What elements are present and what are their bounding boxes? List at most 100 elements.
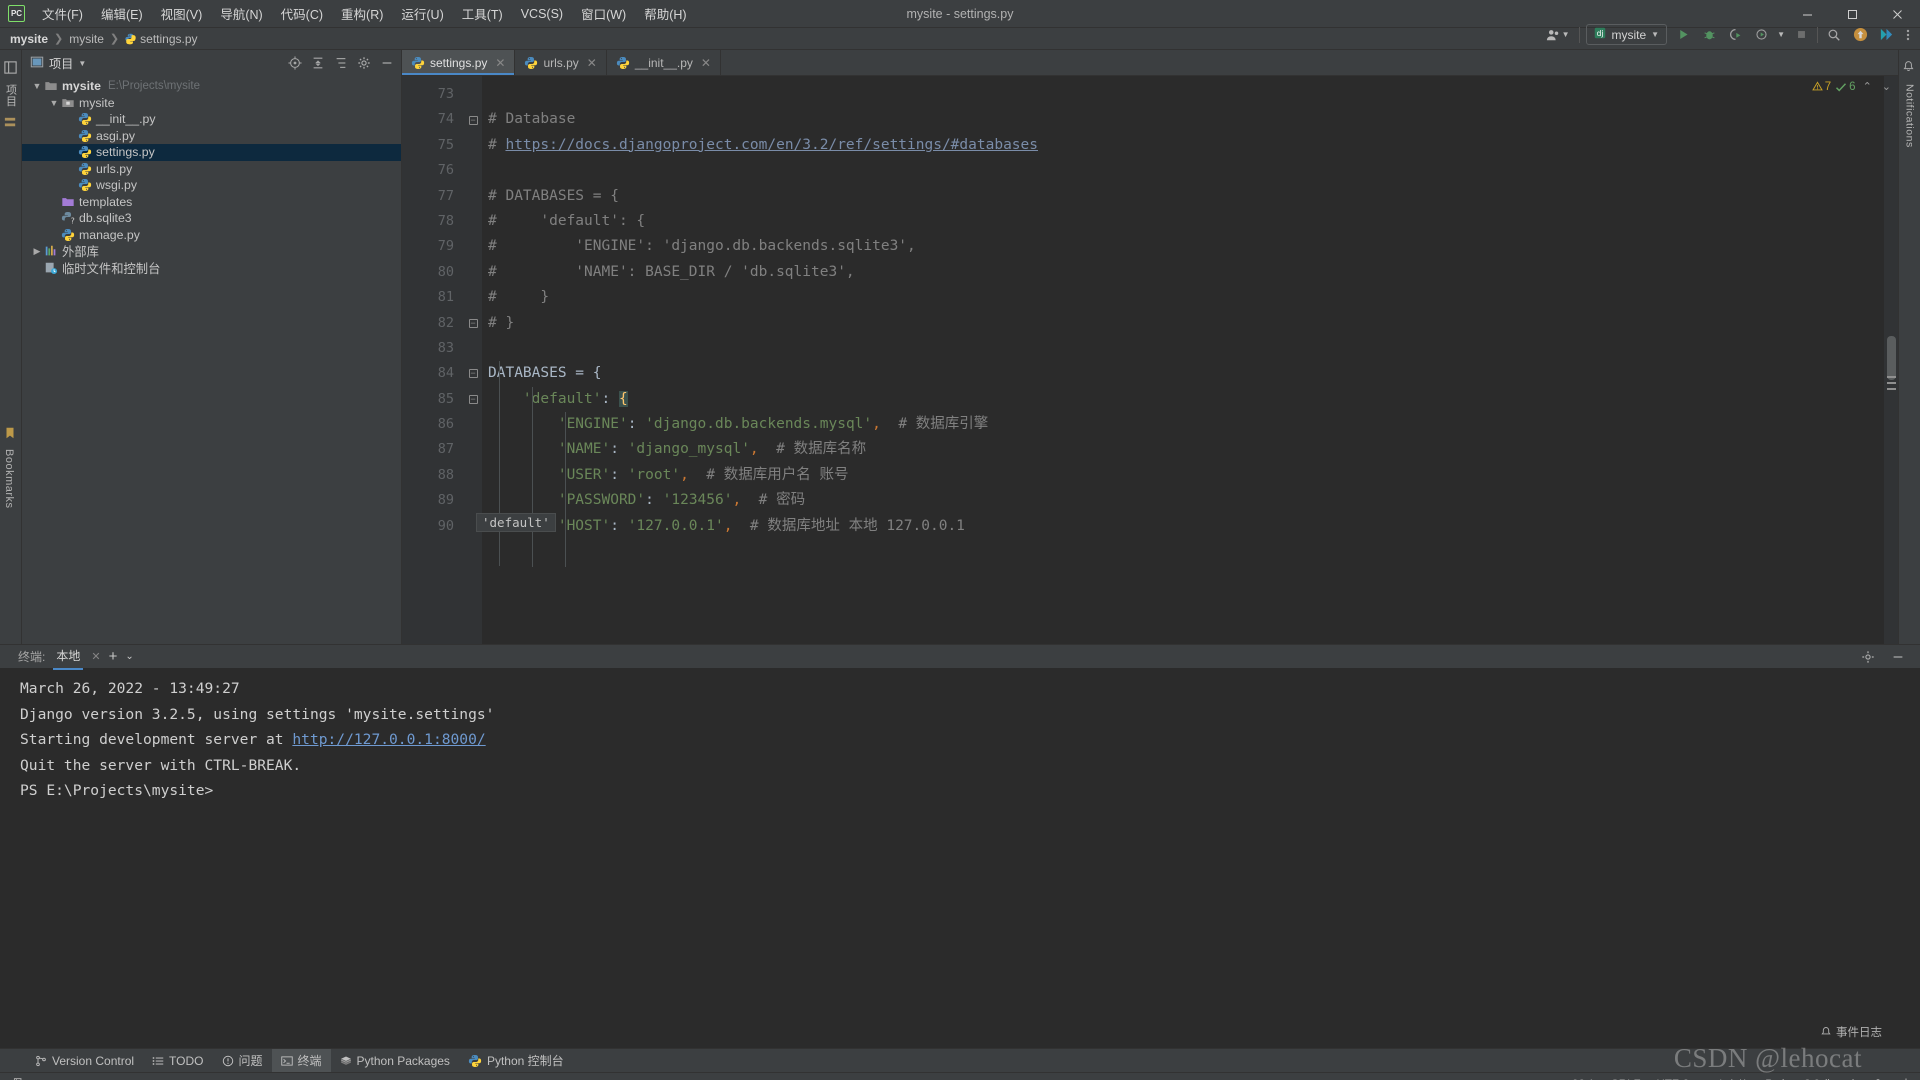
code-line[interactable]: 'USER': 'root', # 数据库用户名 账号 — [482, 463, 1884, 488]
more-options-icon[interactable] — [1902, 25, 1914, 45]
indent-setting[interactable]: 4 个空格 — [1705, 1077, 1749, 1080]
prev-problem-icon[interactable]: ⌃ — [1860, 80, 1875, 93]
collapse-all-icon[interactable] — [308, 53, 328, 73]
structure-rail-icon[interactable] — [3, 115, 19, 131]
code-folding-gutter[interactable]: − − − − — [464, 76, 482, 644]
profile-button[interactable] — [1751, 25, 1771, 45]
run-configuration-selector[interactable]: dj mysite ▼ — [1586, 24, 1668, 45]
chevron-down-icon[interactable]: ▼ — [30, 81, 44, 91]
tree-node[interactable]: · asgi.py — [22, 128, 401, 145]
account-button[interactable]: ▼ — [1542, 26, 1574, 44]
tree-node[interactable]: · templates — [22, 194, 401, 211]
event-log-button[interactable]: 事件日志 — [1820, 1024, 1882, 1040]
tool-window-button[interactable]: TODO — [143, 1051, 212, 1071]
tree-node[interactable]: ▶ 外部库 — [22, 243, 401, 260]
code-line[interactable]: 'NAME': 'django_mysql', # 数据库名称 — [482, 437, 1884, 462]
code-line[interactable]: 'PASSWORD': '123456', # 密码 — [482, 488, 1884, 513]
code-line[interactable]: 'default': { — [482, 387, 1884, 412]
ok-count[interactable]: 6 — [1835, 81, 1856, 93]
expand-icon[interactable] — [331, 53, 351, 73]
code-line[interactable] — [482, 82, 1884, 107]
fold-toggle-icon[interactable]: − — [464, 107, 482, 132]
code-line[interactable]: # 'ENGINE': 'django.db.backends.sqlite3'… — [482, 234, 1884, 259]
breadcrumb-file[interactable]: settings.py — [140, 32, 197, 46]
terminal-new-session-icon[interactable]: + — [109, 649, 118, 664]
inspection-widget[interactable]: 7 6 ⌃ ⌄ — [1811, 80, 1894, 93]
menu-edit[interactable]: 编辑(E) — [92, 0, 152, 27]
tree-node[interactable]: · __init__.py — [22, 111, 401, 128]
run-button[interactable] — [1673, 25, 1693, 45]
breadcrumb-root[interactable]: mysite — [10, 32, 48, 46]
update-icon[interactable] — [1850, 25, 1870, 45]
menu-navigate[interactable]: 导航(N) — [211, 0, 271, 27]
editor-tab[interactable]: __init__.py ✕ — [607, 50, 721, 75]
fold-toggle-icon[interactable]: − — [464, 361, 482, 386]
terminal-hide-icon[interactable] — [1888, 647, 1908, 667]
scrollbar-thumb[interactable] — [1887, 336, 1896, 380]
code-line[interactable]: 'HOST': '127.0.0.1', # 数据库地址 本地 127.0.0.… — [482, 514, 1884, 539]
editor-tab[interactable]: urls.py ✕ — [515, 50, 607, 75]
tree-node[interactable]: · settings.py — [22, 144, 401, 161]
chevron-right-icon[interactable]: ▶ — [30, 246, 44, 257]
tool-window-button[interactable]: 终端 — [271, 1049, 331, 1072]
code-area[interactable]: # Database # https://docs.djangoproject.c… — [482, 76, 1884, 644]
next-problem-icon[interactable]: ⌄ — [1879, 80, 1894, 93]
tool-window-button[interactable]: 问题 — [213, 1049, 272, 1072]
code-line[interactable]: # Database — [482, 107, 1884, 132]
tool-window-button[interactable]: Python 控制台 — [459, 1049, 573, 1072]
menu-code[interactable]: 代码(C) — [272, 0, 332, 27]
tool-window-button[interactable]: Python Packages — [331, 1051, 459, 1071]
breadcrumb-folder[interactable]: mysite — [69, 32, 104, 46]
settings-gear-icon[interactable] — [354, 53, 374, 73]
chevron-down-icon[interactable]: ▼ — [1777, 30, 1785, 39]
project-tree[interactable]: ▼mysiteE:\Projects\mysite▼mysite·__init_… — [22, 76, 401, 644]
status-left-icon[interactable] — [12, 1077, 25, 1080]
menu-view[interactable]: 视图(V) — [152, 0, 212, 27]
code-line[interactable] — [482, 158, 1884, 183]
code-line[interactable]: 'ENGINE': 'django.db.backends.mysql', # … — [482, 412, 1884, 437]
terminal-sessions-chevron-icon[interactable]: ⌄ — [125, 651, 133, 662]
tree-node[interactable]: · 临时文件和控制台 — [22, 260, 401, 277]
close-icon[interactable]: ✕ — [587, 56, 597, 70]
warning-count[interactable]: 7 — [1811, 81, 1831, 93]
bookmark-icon[interactable] — [3, 427, 17, 444]
plugin-icon[interactable] — [1876, 25, 1896, 45]
tree-node[interactable]: ▼ mysite — [22, 95, 401, 112]
close-icon[interactable]: ✕ — [701, 56, 711, 70]
code-line[interactable]: DATABASES = { — [482, 361, 1884, 386]
hide-panel-icon[interactable] — [377, 53, 397, 73]
menu-help[interactable]: 帮助(H) — [635, 0, 695, 27]
tree-node[interactable]: ·? db.sqlite3 — [22, 210, 401, 227]
chevron-down-icon[interactable]: ▼ — [78, 59, 86, 68]
search-icon[interactable] — [1824, 25, 1844, 45]
menu-tools[interactable]: 工具(T) — [453, 0, 512, 27]
code-line[interactable]: # https://docs.djangoproject.com/en/3.2/… — [482, 133, 1884, 158]
run-coverage-button[interactable] — [1725, 25, 1745, 45]
menu-file[interactable]: 文件(F) — [33, 0, 92, 27]
editor-scrollbar[interactable] — [1884, 76, 1898, 644]
fold-toggle-icon[interactable]: − — [464, 311, 482, 336]
status-lock-icon[interactable] — [1872, 1077, 1884, 1080]
tree-node[interactable]: · wsgi.py — [22, 177, 401, 194]
tree-node[interactable]: · manage.py — [22, 227, 401, 244]
menu-run[interactable]: 运行(U) — [392, 0, 452, 27]
tree-node[interactable]: · urls.py — [22, 161, 401, 178]
code-line[interactable]: # DATABASES = { — [482, 184, 1884, 209]
menu-window[interactable]: 窗口(W) — [572, 0, 635, 27]
rail-label-bookmarks[interactable]: Bookmarks — [3, 449, 15, 509]
code-line[interactable]: # } — [482, 285, 1884, 310]
terminal-settings-gear-icon[interactable] — [1858, 647, 1878, 667]
code-line[interactable] — [482, 336, 1884, 361]
project-rail-icon[interactable] — [3, 60, 19, 76]
tree-node[interactable]: ▼ mysite E:\Projects\mysite — [22, 78, 401, 95]
code-line[interactable]: # 'default': { — [482, 209, 1884, 234]
debug-button[interactable] — [1699, 25, 1719, 45]
terminal-session-tab[interactable]: 本地 — [53, 645, 84, 670]
fold-toggle-icon[interactable]: − — [464, 387, 482, 412]
rail-label-notifications[interactable]: Notifications — [1904, 84, 1916, 148]
target-icon[interactable] — [285, 53, 305, 73]
code-line[interactable]: # 'NAME': BASE_DIR / 'db.sqlite3', — [482, 260, 1884, 285]
notifications-bell-icon[interactable] — [1902, 60, 1918, 76]
editor-tab[interactable]: settings.py ✕ — [402, 50, 516, 75]
chevron-down-icon[interactable]: ▼ — [47, 98, 61, 108]
